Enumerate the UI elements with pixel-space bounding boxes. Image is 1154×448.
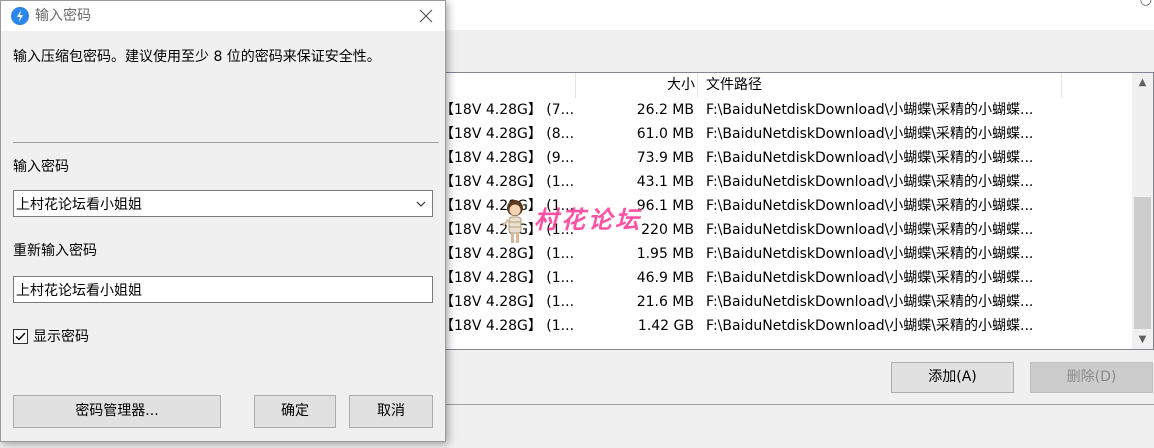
dialog-titlebar: 输入密码 <box>1 1 445 31</box>
file-size-cell: 21.6 MB <box>636 294 694 310</box>
file-name-cell: 【18V 4.28G】 (1... <box>440 246 575 262</box>
table-row[interactable]: 【18V 4.28G】 (1... 1.95 MB F:\BaiduNetdiskD… <box>440 242 1132 266</box>
column-header-size[interactable]: 大小 <box>576 73 698 98</box>
file-name-cell: 【18V 4.28G】 (1... <box>440 198 575 214</box>
show-password-checkbox[interactable] <box>13 329 28 344</box>
table-row[interactable]: 【18V 4.28G】 (1... 96.1 MB F:\BaiduNetdiskD… <box>440 194 1132 218</box>
checkmark-icon <box>15 332 26 341</box>
list-header: 大小 文件路径 <box>440 73 1132 98</box>
password-combobox[interactable] <box>13 190 433 217</box>
window-corner-icon: ○ <box>1139 0 1152 8</box>
table-row[interactable]: 【18V 4.28G】 (1... 43.1 MB F:\BaiduNetdiskD… <box>440 170 1132 194</box>
file-list[interactable]: 大小 文件路径 【18V 4.28G】 (7... 26.2 MB F:\Baidu… <box>440 72 1154 350</box>
table-row[interactable]: 【18V 4.28G】 (7... 26.2 MB F:\BaiduNetdiskD… <box>440 98 1132 122</box>
file-size-cell: 46.9 MB <box>636 270 694 286</box>
file-path-cell: F:\BaiduNetdiskDownload\小蝴蝶\采精的小蝴蝶... <box>706 246 1034 262</box>
dialog-description: 输入压缩包密码。建议使用至少 8 位的密码来保证安全性。 <box>13 49 381 65</box>
chevron-down-icon[interactable] <box>414 197 428 211</box>
add-button[interactable]: 添加(A) <box>891 362 1014 393</box>
file-path-cell: F:\BaiduNetdiskDownload\小蝴蝶\采精的小蝴蝶... <box>706 318 1034 334</box>
file-size-cell: 1.95 MB <box>636 246 694 262</box>
vertical-scrollbar[interactable]: ▲ ▼ <box>1132 73 1153 349</box>
file-size-cell: 73.9 MB <box>636 150 694 166</box>
repeat-password-label: 重新输入密码 <box>13 243 97 259</box>
table-row[interactable]: 【18V 4.28G】 (1... 21.6 MB F:\BaiduNetdiskD… <box>440 290 1132 314</box>
repeat-password-input[interactable] <box>16 278 426 301</box>
file-path-cell: F:\BaiduNetdiskDownload\小蝴蝶\采精的小蝴蝶... <box>706 270 1034 286</box>
bottom-panel <box>440 405 1154 448</box>
file-path-cell: F:\BaiduNetdiskDownload\小蝴蝶\采精的小蝴蝶... <box>706 126 1034 142</box>
dialog-title: 输入密码 <box>35 8 91 24</box>
table-row[interactable]: 【18V 4.28G】 (1... 220 MB F:\BaiduNetdiskDo… <box>440 218 1132 242</box>
repeat-password-field[interactable] <box>13 276 433 303</box>
file-size-cell: 43.1 MB <box>636 174 694 190</box>
file-path-cell: F:\BaiduNetdiskDownload\小蝴蝶\采精的小蝴蝶... <box>706 198 1034 214</box>
table-row[interactable]: 【18V 4.28G】 (8... 61.0 MB F:\BaiduNetdiskD… <box>440 122 1132 146</box>
file-name-cell: 【18V 4.28G】 (1... <box>440 174 575 190</box>
file-name-cell: 【18V 4.28G】 (7... <box>440 102 575 118</box>
file-size-cell: 26.2 MB <box>636 102 694 118</box>
file-name-cell: 【18V 4.28G】 (1... <box>440 270 575 286</box>
scroll-down-arrow-icon[interactable]: ▼ <box>1132 330 1153 349</box>
file-path-cell: F:\BaiduNetdiskDownload\小蝴蝶\采精的小蝴蝶... <box>706 150 1034 166</box>
thunder-icon <box>11 7 29 25</box>
file-path-cell: F:\BaiduNetdiskDownload\小蝴蝶\采精的小蝴蝶... <box>706 102 1034 118</box>
file-path-cell: F:\BaiduNetdiskDownload\小蝴蝶\采精的小蝴蝶... <box>706 294 1034 310</box>
file-size-cell: 220 MB <box>641 222 694 238</box>
close-icon[interactable] <box>415 5 437 27</box>
file-size-cell: 96.1 MB <box>636 198 694 214</box>
password-label: 输入密码 <box>13 159 69 175</box>
scroll-up-arrow-icon[interactable]: ▲ <box>1132 73 1153 92</box>
file-name-cell: 【18V 4.28G】 (9... <box>440 150 575 166</box>
scroll-thumb[interactable] <box>1134 197 1151 329</box>
show-password-label[interactable]: 显示密码 <box>33 326 89 346</box>
file-name-cell: 【18V 4.28G】 (1... <box>440 222 575 238</box>
file-path-cell: F:\BaiduNetdiskDownload\小蝴蝶\采精的小蝴蝶... <box>706 222 1034 238</box>
ok-button[interactable]: 确定 <box>254 395 336 428</box>
file-name-cell: 【18V 4.28G】 (1... <box>440 318 575 334</box>
table-row[interactable]: 【18V 4.28G】 (1... 1.42 GB F:\BaiduNetdiskD… <box>440 314 1132 338</box>
cancel-button[interactable]: 取消 <box>349 395 433 428</box>
table-row[interactable]: 【18V 4.28G】 (9... 73.9 MB F:\BaiduNetdiskD… <box>440 146 1132 170</box>
column-header-path[interactable]: 文件路径 <box>698 73 1062 98</box>
password-manager-button[interactable]: 密码管理器... <box>13 395 221 428</box>
column-header-name[interactable] <box>440 73 576 98</box>
table-row[interactable]: 【18V 4.28G】 (1... 46.9 MB F:\BaiduNetdiskD… <box>440 266 1132 290</box>
file-path-cell: F:\BaiduNetdiskDownload\小蝴蝶\采精的小蝴蝶... <box>706 174 1034 190</box>
password-dialog: 输入密码 输入压缩包密码。建议使用至少 8 位的密码来保证安全性。 输入密码 重… <box>0 0 446 442</box>
remove-button[interactable]: 删除(D) <box>1030 362 1153 393</box>
file-name-cell: 【18V 4.28G】 (8... <box>440 126 575 142</box>
file-size-cell: 1.42 GB <box>637 318 694 334</box>
file-name-cell: 【18V 4.28G】 (1... <box>440 294 575 310</box>
dialog-separator <box>13 142 439 143</box>
file-size-cell: 61.0 MB <box>636 126 694 142</box>
password-input[interactable] <box>16 192 402 215</box>
